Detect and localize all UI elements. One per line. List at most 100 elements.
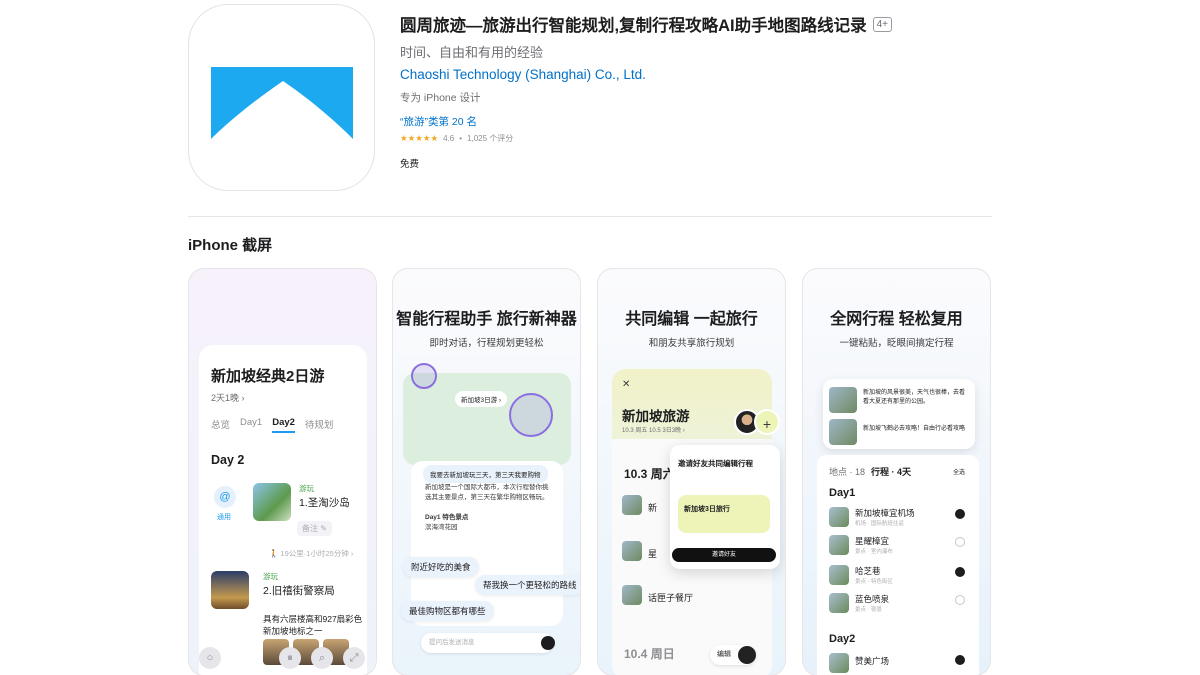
- place-description: 具有六层楼高和927扇彩色新加坡地标之一: [263, 614, 363, 636]
- ai-assistant-icon: [411, 363, 437, 389]
- at-icon: @: [214, 486, 236, 508]
- place-subtitle: 景点 · 夜景: [855, 607, 882, 613]
- map-region-marker: [509, 393, 553, 437]
- add-icon: +: [754, 409, 780, 435]
- day-heading: Day1: [829, 487, 856, 499]
- rating-value: 4.6: [443, 134, 455, 143]
- app-logo-icon: [211, 67, 353, 139]
- expand-icon: ⤢: [343, 647, 365, 669]
- place-name: 1.圣淘沙岛: [299, 497, 350, 509]
- user-message: 我要去新加坡玩三天，第三天我要购物: [423, 465, 548, 483]
- checkbox: [955, 595, 965, 605]
- place-category: 游玩: [299, 484, 314, 493]
- trip-meta: 2天1晚 ›: [211, 393, 245, 403]
- place-name: 2.旧禧街警察局: [263, 585, 335, 597]
- trip-sheet: 新加坡经典2日游 2天1晚 › 总览 Day1 Day2 待规划 Day 2 @…: [199, 345, 367, 675]
- trip-title: 新加坡旅游: [622, 409, 690, 424]
- day-heading: Day2: [829, 633, 856, 645]
- screenshot-1[interactable]: 新加坡经典2日游 2天1晚 › 总览 Day1 Day2 待规划 Day 2 @…: [188, 268, 377, 675]
- day-heading: Day 2: [211, 453, 245, 467]
- app-info: 圆周旅迹—旅游出行智能规划,复制行程攻略AI助手地图路线记录 4+ 时间、自由和…: [400, 12, 1000, 170]
- place-name: 蓝色喷泉: [855, 594, 890, 604]
- note-chip: 备注 ✎: [297, 521, 332, 536]
- developer-link[interactable]: Chaoshi Technology (Shanghai) Co., Ltd.: [400, 67, 646, 82]
- place-subtitle: 景点 · 特色街区: [855, 579, 893, 585]
- invite-card-title: 新加坡3日旅行: [684, 506, 730, 513]
- search-icon: ⌕: [311, 647, 333, 669]
- day-tabs: 总览 Day1 Day2 待规划: [211, 417, 333, 433]
- pasted-note: 新加坡的风景很美，天气也很棒，去看看大夏还有那里的公园。: [863, 390, 966, 405]
- checkbox: [955, 509, 965, 519]
- place-thumbnail: [829, 507, 849, 527]
- map-trip-pill: 新加坡3日游 ›: [455, 391, 508, 407]
- place-name: 新加坡樟宜机场: [855, 508, 915, 518]
- app-icon: [188, 4, 375, 191]
- place-name: 哈芝巷: [855, 566, 881, 576]
- rating-row: ★★★★★ 4.6 • 1,025 个评分: [400, 133, 514, 143]
- app-subtitle: 时间、自由和有用的经验: [400, 45, 544, 60]
- place-category: 游玩: [263, 572, 278, 581]
- app-title: 圆周旅迹—旅游出行智能规划,复制行程攻略AI助手地图路线记录: [400, 17, 867, 35]
- tab-overview: 总览: [211, 420, 231, 431]
- trip-tab: 行程 · 4天: [871, 467, 912, 477]
- invite-title: 邀请好友共同编辑行程: [678, 459, 753, 468]
- place-thumbnail: [829, 535, 849, 555]
- place-subtitle: 景点 · 室内瀑布: [855, 549, 893, 555]
- trip-title: 新加坡经典2日游: [211, 368, 325, 385]
- invite-card: [678, 495, 770, 533]
- ratings-count: 1,025 个评分: [467, 134, 514, 143]
- places-tab: 地点 · 18: [829, 467, 866, 477]
- checkbox: [955, 655, 965, 665]
- circle-icon: ○: [199, 647, 221, 669]
- place-name: 赞美广场: [855, 656, 890, 666]
- close-icon: ✕: [622, 379, 631, 390]
- place-name: 星耀樟宜: [855, 536, 890, 546]
- suggestion-chip: 附近好吃的美食: [403, 557, 479, 577]
- screenshots-heading: iPhone 截屏: [188, 237, 273, 254]
- chat-input: 提问后发送消息: [421, 633, 553, 653]
- price-label: 免费: [400, 159, 420, 170]
- place-thumbnail: [829, 593, 849, 613]
- screenshot-subhead: 即时对话，行程规划更轻松: [429, 338, 544, 349]
- checkbox: [955, 567, 965, 577]
- place-name: 新: [648, 503, 658, 513]
- pause-icon: ⏸: [279, 647, 301, 669]
- screenshot-headline: 智能行程助手 旅行新神器: [396, 311, 577, 328]
- trip-dates: 10.3 周五 10.5 3日3晚 ›: [622, 428, 685, 434]
- invite-button: 邀请好友: [672, 548, 776, 562]
- place-name: 话匣子餐厅: [648, 593, 694, 603]
- screenshot-headline: 共同编辑 一起旅行: [625, 311, 758, 328]
- place-thumbnail: [622, 541, 642, 561]
- note-thumbnail: [829, 387, 857, 413]
- tab-to-plan: 待规划: [304, 420, 334, 431]
- age-rating-badge: 4+: [872, 16, 892, 32]
- select-all: 全选: [953, 470, 966, 476]
- location-label: 通用: [217, 514, 231, 521]
- star-rating-icon: ★★★★★: [400, 133, 439, 143]
- screenshot-headline: 全网行程 轻松复用: [830, 311, 963, 328]
- pasted-note: 新加坡飞鹤必去攻略！自由行必看攻略: [863, 426, 966, 432]
- tab-day1: Day1: [240, 417, 263, 428]
- screenshot-2[interactable]: 智能行程助手 旅行新神器 即时对话，行程规划更轻松 新加坡3日游 › 我要去新加…: [392, 268, 581, 675]
- date-heading: 10.4 周日: [624, 647, 675, 661]
- place-subtitle: 机场 · 国际航班往返: [855, 521, 904, 527]
- place-thumbnail: [211, 571, 249, 609]
- date-heading: 10.3 周六: [624, 467, 675, 481]
- send-icon: [541, 636, 555, 650]
- section-divider: [188, 216, 992, 217]
- assistant-reply: 新加坡是一个国际大都市，本次行程替你挑选其主要景点，第三天在繁华购物区畅玩。 D…: [425, 484, 549, 531]
- category-rank-link[interactable]: “旅游”类第 20 名: [400, 114, 1000, 129]
- place-name: 星: [648, 549, 658, 559]
- screenshot-4[interactable]: 全网行程 轻松复用 一键粘贴，眨眼间搞定行程 新加坡的风景很美，天气也很棒，去看…: [802, 268, 991, 675]
- place-thumbnail: [622, 585, 642, 605]
- suggestion-chip: 帮我换一个更轻松的路线: [475, 575, 580, 595]
- map-icon: [738, 646, 756, 664]
- screenshot-subhead: 和朋友共享旅行规划: [648, 338, 735, 349]
- place-thumbnail: [829, 565, 849, 585]
- suggestion-chip: 最佳购物区都有哪些: [401, 601, 494, 621]
- note-thumbnail: [829, 419, 857, 445]
- designed-for-label: 专为 iPhone 设计: [400, 92, 481, 104]
- screenshot-3[interactable]: 共同编辑 一起旅行 和朋友共享旅行规划 ✕ 新加坡旅游 10.3 周五 10.5…: [597, 268, 786, 675]
- tab-day2: Day2: [272, 417, 295, 433]
- place-thumbnail: [622, 495, 642, 515]
